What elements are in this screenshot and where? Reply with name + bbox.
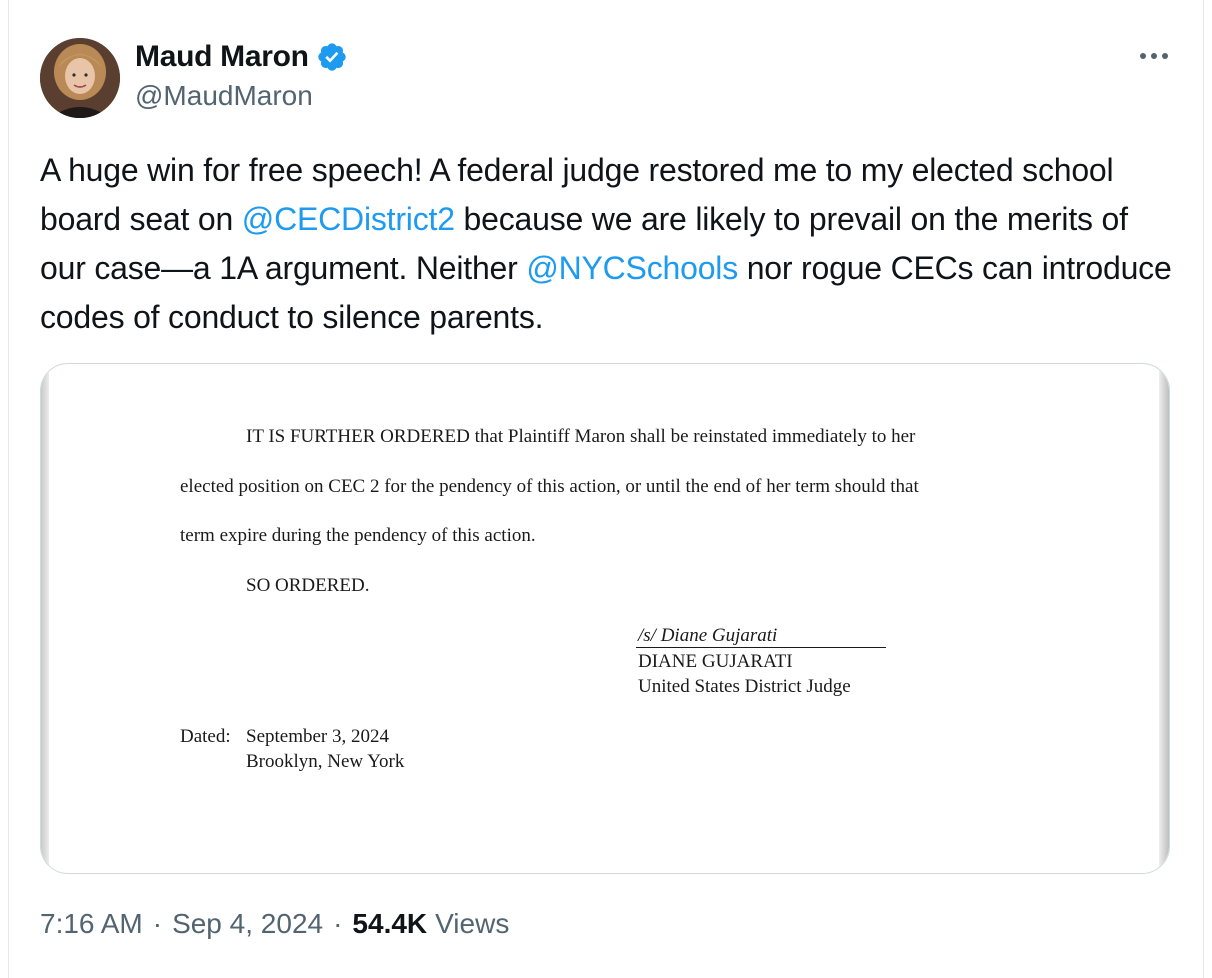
signer-title: United States District Judge bbox=[638, 676, 851, 697]
avatar-image bbox=[40, 38, 120, 118]
signature-line bbox=[636, 647, 886, 648]
tweet-date[interactable]: Sep 4, 2024 bbox=[172, 908, 323, 940]
views-label: Views bbox=[435, 908, 510, 939]
author-handle[interactable]: @MaudMaron bbox=[135, 80, 313, 112]
author-name-row: Maud Maron bbox=[135, 40, 348, 74]
author-display-name[interactable]: Maud Maron bbox=[135, 40, 309, 74]
more-options-icon[interactable] bbox=[1136, 44, 1172, 68]
signing-location: Brooklyn, New York bbox=[246, 751, 405, 772]
avatar[interactable] bbox=[40, 38, 120, 118]
tweet-meta: 7:16 AM · Sep 4, 2024 · 54.4K Views bbox=[40, 908, 509, 940]
attached-document-image[interactable]: IT IS FURTHER ORDERED that Plaintiff Mar… bbox=[40, 363, 1170, 874]
verified-badge-icon[interactable] bbox=[316, 41, 348, 73]
so-ordered-text: SO ORDERED. bbox=[246, 575, 370, 596]
meta-separator: · bbox=[333, 908, 343, 939]
signature-text: /s/ Diane Gujarati bbox=[638, 625, 778, 646]
views-count[interactable]: 54.4K bbox=[352, 908, 427, 940]
dated-label: Dated: bbox=[180, 726, 231, 747]
tweet-time[interactable]: 7:16 AM bbox=[40, 908, 143, 940]
signer-name: DIANE GUJARATI bbox=[638, 651, 793, 672]
dated-value: September 3, 2024 bbox=[246, 726, 390, 747]
order-paragraph-line-2: elected position on CEC 2 for the penden… bbox=[180, 476, 919, 497]
mention-link-nycschools[interactable]: @NYCSchools bbox=[526, 250, 738, 286]
tweet-text: A huge win for free speech! A federal ju… bbox=[40, 146, 1175, 342]
order-paragraph-line-1: IT IS FURTHER ORDERED that Plaintiff Mar… bbox=[246, 426, 916, 447]
meta-separator: · bbox=[152, 908, 163, 939]
court-order-document: IT IS FURTHER ORDERED that Plaintiff Mar… bbox=[41, 364, 1169, 873]
order-paragraph-line-3: term expire during the pendency of this … bbox=[180, 525, 536, 546]
mention-link-cecdistrict2[interactable]: @CECDistrict2 bbox=[242, 201, 455, 237]
